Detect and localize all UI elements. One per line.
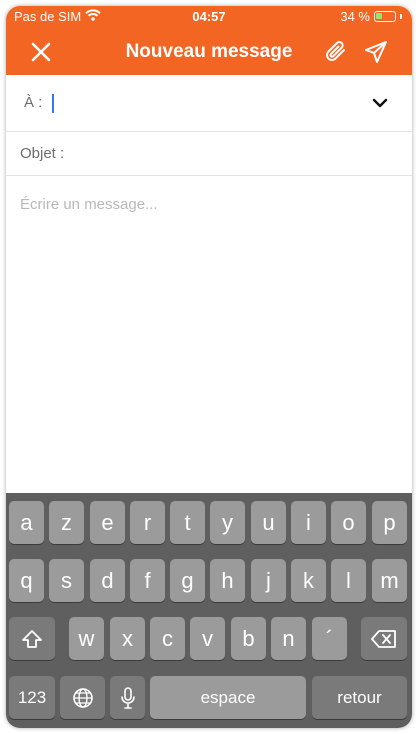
backspace-icon <box>371 629 396 648</box>
backspace-key[interactable] <box>361 617 407 660</box>
space-key[interactable]: espace <box>150 676 306 719</box>
status-bar: Pas de SIM 04:57 34 % <box>6 6 412 28</box>
key-j[interactable]: j <box>251 559 286 602</box>
key-n[interactable]: n <box>271 617 306 660</box>
nav-bar: Nouveau message <box>6 28 412 75</box>
battery-icon <box>374 11 396 22</box>
message-body-input[interactable]: Écrire un message... <box>20 196 158 213</box>
key-q[interactable]: q <box>9 559 44 602</box>
globe-key[interactable] <box>60 676 105 719</box>
key-u[interactable]: u <box>251 501 286 544</box>
battery-percent: 34 % <box>340 9 370 24</box>
globe-icon <box>72 687 93 708</box>
return-key[interactable]: retour <box>312 676 407 719</box>
key-z[interactable]: z <box>49 501 84 544</box>
key-k[interactable]: k <box>291 559 326 602</box>
phone-screen: Pas de SIM 04:57 34 % Nouveau message À … <box>6 6 412 728</box>
key-y[interactable]: y <box>210 501 245 544</box>
numbers-key[interactable]: 123 <box>9 676 55 719</box>
key-w[interactable]: w <box>69 617 104 660</box>
shift-key[interactable] <box>9 617 55 660</box>
key-c[interactable]: c <box>150 617 185 660</box>
text-cursor <box>52 94 54 113</box>
key-f[interactable]: f <box>130 559 165 602</box>
send-icon <box>365 41 387 63</box>
dictation-key[interactable] <box>110 676 145 719</box>
battery-info: 34 % <box>340 9 402 24</box>
keyboard: a z e r t y u i o p q s d f g h j k l m … <box>6 493 412 728</box>
key-s[interactable]: s <box>49 559 84 602</box>
key-r[interactable]: r <box>130 501 165 544</box>
microphone-icon <box>120 686 135 709</box>
shift-icon <box>22 629 42 648</box>
app-header: Pas de SIM 04:57 34 % Nouveau message <box>6 6 412 75</box>
send-button[interactable] <box>361 37 391 67</box>
key-p[interactable]: p <box>372 501 407 544</box>
key-h[interactable]: h <box>210 559 245 602</box>
key-acute-accent[interactable]: ´ <box>312 617 347 660</box>
subject-field[interactable]: Objet : <box>6 131 412 176</box>
key-a[interactable]: a <box>9 501 44 544</box>
recipient-field[interactable]: À : <box>6 75 412 132</box>
key-i[interactable]: i <box>291 501 326 544</box>
paperclip-icon <box>326 41 345 61</box>
key-m[interactable]: m <box>372 559 407 602</box>
key-g[interactable]: g <box>170 559 205 602</box>
key-d[interactable]: d <box>90 559 125 602</box>
recipient-label: À : <box>24 94 43 111</box>
chevron-down-icon[interactable] <box>372 95 388 113</box>
subject-label: Objet : <box>20 145 65 162</box>
key-l[interactable]: l <box>331 559 366 602</box>
key-b[interactable]: b <box>231 617 266 660</box>
key-o[interactable]: o <box>331 501 366 544</box>
page-title: Nouveau message <box>125 41 293 62</box>
attach-button[interactable] <box>321 37 351 67</box>
key-v[interactable]: v <box>190 617 225 660</box>
key-x[interactable]: x <box>110 617 145 660</box>
key-e[interactable]: e <box>90 501 125 544</box>
key-t[interactable]: t <box>170 501 205 544</box>
